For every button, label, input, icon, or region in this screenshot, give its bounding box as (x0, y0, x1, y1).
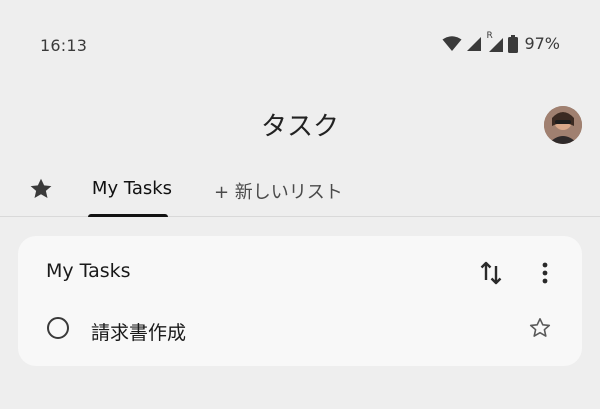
sort-arrows-icon (480, 261, 502, 285)
more-vert-icon (542, 262, 548, 284)
page-title: タスク (260, 112, 339, 142)
tab-my-tasks[interactable]: My Tasks (78, 168, 186, 217)
task-list-card: My Tasks 請求書作成 (18, 236, 582, 366)
star-outline-icon (529, 318, 551, 337)
tab-bar: My Tasks + 新しいリスト (0, 168, 600, 217)
task-complete-checkbox[interactable] (47, 317, 69, 339)
more-options-button[interactable] (536, 261, 554, 285)
roaming-signal-icon: R (486, 31, 504, 53)
active-tab-indicator (88, 214, 168, 217)
list-title: My Tasks (46, 260, 131, 282)
status-time: 16:13 (40, 36, 88, 55)
battery-percentage: 97% (524, 34, 560, 53)
task-title[interactable]: 請求書作成 (91, 318, 186, 345)
new-list-button[interactable]: + 新しいリスト (214, 178, 343, 204)
wifi-icon (442, 35, 462, 52)
task-item[interactable]: 請求書作成 (18, 310, 582, 354)
status-bar: 16:13 R 97% (0, 0, 600, 90)
status-icons: R 97% (442, 31, 560, 53)
avatar[interactable] (544, 106, 582, 144)
task-star-button[interactable] (528, 316, 552, 340)
tab-starred[interactable] (28, 176, 54, 202)
star-filled-icon (30, 178, 52, 198)
battery-icon (508, 34, 519, 53)
user-avatar-icon (544, 106, 582, 144)
tab-my-tasks-label: My Tasks (91, 178, 173, 199)
sort-button[interactable] (480, 260, 502, 286)
signal-icon (466, 36, 482, 52)
